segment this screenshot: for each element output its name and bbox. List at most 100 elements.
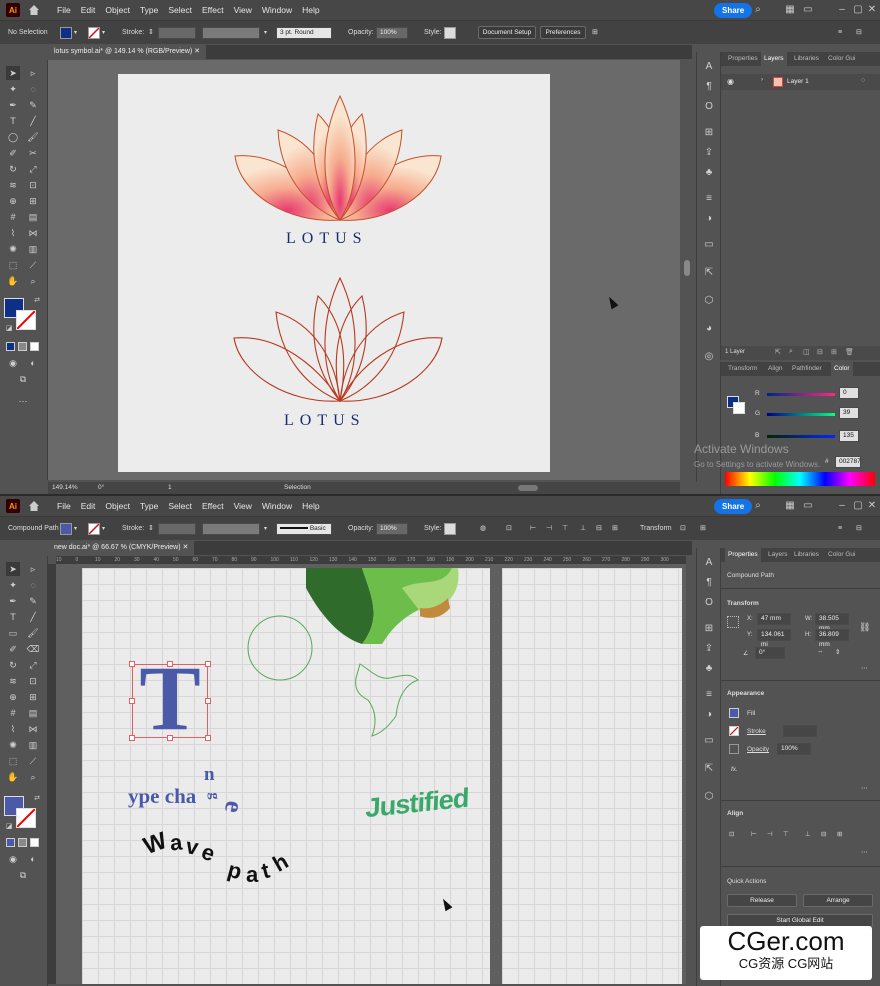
share-button[interactable]: Share <box>714 499 753 514</box>
tab-layers[interactable]: Layers <box>765 548 791 562</box>
clipping-mask-icon[interactable]: ◫ <box>803 348 810 356</box>
fill-swatch[interactable] <box>60 27 72 39</box>
menu-file[interactable]: File <box>52 501 76 511</box>
scale-tool-icon[interactable]: ⤢ <box>26 162 40 176</box>
menu-select[interactable]: Select <box>163 5 197 15</box>
direct-selection-tool-icon[interactable]: ▹ <box>26 562 40 576</box>
w-field[interactable]: 38.505 mm <box>815 613 849 632</box>
type-on-path-text[interactable]: ype cha <box>128 784 196 809</box>
align-top-icon[interactable]: ⊥ <box>580 523 586 535</box>
draw-normal-icon[interactable]: ◉ <box>6 852 20 866</box>
align-top-icon[interactable]: ⊥ <box>805 830 811 838</box>
opacity-row-label[interactable]: Opacity <box>747 746 769 753</box>
eyedropper-icon[interactable]: ⌇ <box>6 226 20 240</box>
color-mode-icon[interactable] <box>6 342 15 351</box>
workspace-icon[interactable]: ▭ <box>802 4 814 16</box>
artboards-panel-icon[interactable]: ⊞ <box>702 126 716 140</box>
appearance-stroke-swatch[interactable] <box>729 726 739 736</box>
export-layer-icon[interactable]: ⇱ <box>775 348 781 356</box>
opacity-label[interactable]: Opacity: <box>348 27 374 39</box>
paragraph-panel-icon[interactable]: ¶ <box>702 80 716 94</box>
letter-t-compound-path[interactable]: T <box>132 652 208 744</box>
menu-window[interactable]: Window <box>257 501 297 511</box>
align-bottom-icon[interactable]: ⊞ <box>612 523 618 535</box>
eyedropper-icon[interactable]: ⌇ <box>6 722 20 736</box>
locate-object-icon[interactable]: ⌕ <box>789 348 793 356</box>
stroke-swatch[interactable] <box>88 523 100 535</box>
transparency-panel-icon[interactable]: ◑ <box>702 708 716 722</box>
wave-letter[interactable]: e <box>198 839 218 868</box>
ellipse-tool-icon[interactable]: ◯ <box>6 130 20 144</box>
selection-tool-icon[interactable]: ➤ <box>6 562 20 576</box>
blend-tool-icon[interactable]: ⋈ <box>26 722 40 736</box>
tab-layers[interactable]: Layers <box>761 52 787 66</box>
screen-mode-icon[interactable]: ⧉ <box>16 372 30 386</box>
align-left-icon[interactable]: ⊢ <box>530 523 536 535</box>
panel-menu-icon[interactable]: ≡ <box>838 27 842 39</box>
column-graph-icon[interactable]: ▥ <box>26 242 40 256</box>
stroke-swatch[interactable] <box>88 27 100 39</box>
stroke-row-label[interactable]: Stroke <box>747 728 766 735</box>
perspective-grid-icon[interactable]: ⊞ <box>26 194 40 208</box>
variable-width-profile[interactable] <box>202 523 260 535</box>
horizontal-scrollbar[interactable] <box>518 485 538 491</box>
shape-builder-icon[interactable]: ⊕ <box>6 690 20 704</box>
graphic-style-swatch[interactable] <box>444 523 456 535</box>
doc-tab[interactable]: new doc.ai* @ 66.67 % (CMYK/Preview) ✕ <box>48 541 195 555</box>
align-middle-icon[interactable]: ⊟ <box>596 523 602 535</box>
mesh-tool-icon[interactable]: # <box>6 706 20 720</box>
wave-letter[interactable]: a <box>169 830 183 857</box>
tab-color-guide[interactable]: Color Gui <box>825 548 858 562</box>
vertical-scrollbar[interactable] <box>684 260 690 276</box>
3d-panel-icon[interactable]: ⬡ <box>702 294 716 308</box>
more-tools-icon[interactable]: ⋯ <box>16 394 30 408</box>
variable-width-profile[interactable] <box>202 27 260 39</box>
color-mode-icon[interactable] <box>6 838 15 847</box>
document-setup-button[interactable]: Document Setup <box>478 26 536 39</box>
paintbrush-icon[interactable]: 🖌 <box>26 130 40 144</box>
paragraph-panel-icon[interactable]: ¶ <box>702 576 716 590</box>
magic-wand-icon[interactable]: ✦ <box>6 82 20 96</box>
transform-link[interactable]: Transform <box>640 523 672 535</box>
export-icon[interactable]: ⇱ <box>702 762 716 776</box>
align-to-icon[interactable]: ⊡ <box>506 523 512 535</box>
align-hcenter-icon[interactable]: ⊣ <box>767 830 773 838</box>
eraser-icon[interactable]: ⌫ <box>26 642 40 656</box>
swap-colors-icon[interactable]: ⇄ <box>30 792 44 806</box>
transparency-panel-icon[interactable]: ◑ <box>702 212 716 226</box>
constrain-proportions-icon[interactable]: ⛓ <box>859 622 870 633</box>
target-icon[interactable]: ○ <box>861 77 865 84</box>
doc-tab[interactable]: lotus symbol.ai* @ 149.14 % (RGB/Preview… <box>48 45 207 59</box>
shaper-tool-icon[interactable]: ✐ <box>6 146 20 160</box>
slice-tool-icon[interactable]: ⟋ <box>26 754 40 768</box>
align-left-icon[interactable]: ⊢ <box>751 830 757 838</box>
visibility-eye-icon[interactable]: ◉ <box>727 77 734 86</box>
minimize-icon[interactable]: – <box>836 500 848 512</box>
symbol-sprayer-icon[interactable]: ✺ <box>6 738 20 752</box>
align-right-icon[interactable]: ⊤ <box>783 830 789 838</box>
lasso-icon[interactable]: ◌ <box>26 82 40 96</box>
scissors-icon[interactable]: ✂ <box>26 146 40 160</box>
symbol-sprayer-icon[interactable]: ✺ <box>6 242 20 256</box>
stroke-weight-field[interactable] <box>158 523 196 535</box>
align-center-icon[interactable]: ⊣ <box>546 523 552 535</box>
close-tab-icon[interactable]: ✕ <box>194 48 200 55</box>
tab-color[interactable]: Color <box>831 362 853 376</box>
more-options-icon[interactable]: ⋯ <box>861 848 868 856</box>
pen-tool-icon[interactable]: ✒ <box>6 98 20 112</box>
paintbrush-icon[interactable]: 🖌 <box>26 626 40 640</box>
share-button[interactable]: Share <box>714 3 753 18</box>
curvature-tool-icon[interactable]: ✎ <box>26 98 40 112</box>
artboards-panel-icon[interactable]: ⊞ <box>702 622 716 636</box>
symbols-panel-icon[interactable]: ♣ <box>702 166 716 180</box>
swap-colors-icon[interactable]: ⇄ <box>30 294 44 308</box>
none-mode-icon[interactable] <box>30 838 39 847</box>
wave-letter[interactable]: t <box>259 857 273 884</box>
menu-help[interactable]: Help <box>297 5 324 15</box>
search-icon[interactable]: ⌕ <box>752 4 764 16</box>
artboard[interactable]: LOTUS LOTUS <box>118 74 550 472</box>
opacity-field[interactable]: 100% <box>376 523 408 535</box>
zoom-tool-icon[interactable]: ⌕ <box>26 274 40 288</box>
release-button[interactable]: Release <box>727 894 797 907</box>
character-panel-icon[interactable]: A <box>702 556 716 570</box>
